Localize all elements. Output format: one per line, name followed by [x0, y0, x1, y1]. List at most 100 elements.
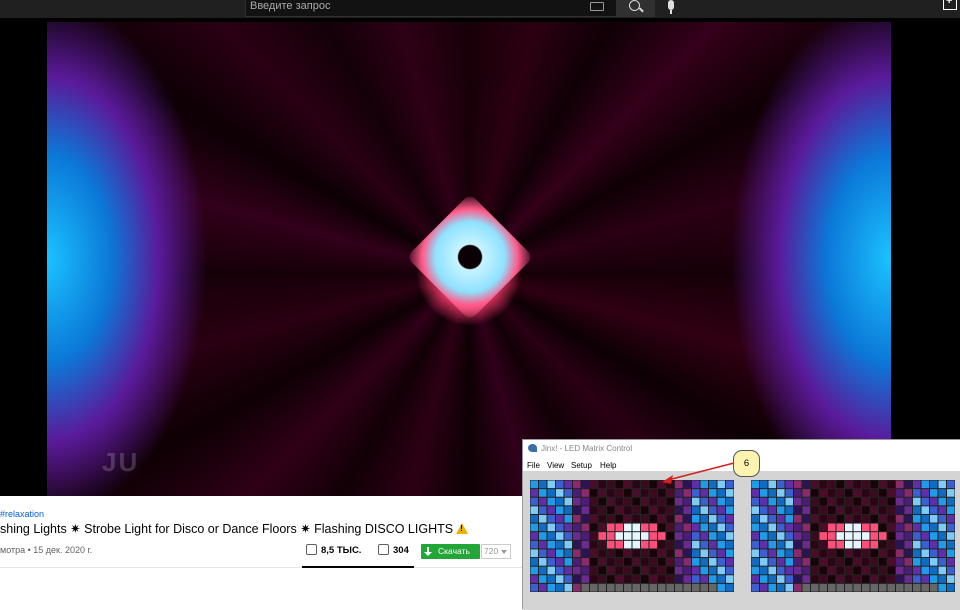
led-pixel: [751, 506, 759, 514]
led-pixel: [683, 489, 691, 497]
led-pixel: [802, 497, 810, 506]
voice-search-button[interactable]: [661, 0, 683, 17]
led-pixel: [760, 566, 768, 575]
led-pixel: [760, 523, 768, 532]
video-frame[interactable]: JU: [47, 22, 891, 496]
led-pixel: [879, 575, 887, 583]
led-pixel: [641, 549, 649, 558]
led-pixel: [539, 566, 547, 575]
menu-help[interactable]: Help: [600, 461, 616, 470]
led-pixel: [547, 514, 555, 523]
led-pixel: [709, 523, 717, 532]
led-pixel: [751, 480, 759, 489]
led-pixel: [590, 583, 598, 592]
led-pixel: [607, 480, 615, 489]
led-pixel: [879, 540, 887, 549]
download-button[interactable]: Скачать: [421, 544, 480, 559]
led-pixel: [887, 523, 895, 532]
led-pixel: [675, 489, 683, 497]
led-pixel: [683, 506, 691, 514]
search-input[interactable]: Введите запрос: [245, 0, 617, 17]
hashtag-link[interactable]: #relaxation: [0, 509, 44, 519]
led-pixel: [683, 566, 691, 575]
led-pixel: [760, 540, 768, 549]
led-pixel: [862, 523, 870, 532]
led-pixel: [556, 514, 564, 523]
led-pixel: [692, 566, 700, 575]
led-pixel: [692, 523, 700, 532]
led-pixel: [904, 514, 912, 523]
menu-setup[interactable]: Setup: [571, 461, 592, 470]
led-pixel: [717, 575, 725, 583]
led-pixel: [649, 489, 657, 497]
led-pixel: [641, 583, 649, 592]
like-button[interactable]: 8,5 ТЫС.: [306, 544, 361, 558]
led-pixel: [717, 549, 725, 558]
led-pixel: [709, 540, 717, 549]
led-pixel: [717, 532, 725, 540]
led-pixel: [836, 489, 844, 497]
led-pixel: [598, 480, 606, 489]
led-matrix-preview: [751, 480, 955, 592]
led-pixel: [947, 480, 955, 489]
led-pixel: [649, 480, 657, 489]
led-pixel: [700, 540, 708, 549]
led-pixel: [726, 583, 734, 592]
led-pixel: [853, 566, 861, 575]
search-button[interactable]: [617, 0, 655, 17]
led-pixel: [641, 497, 649, 506]
led-pixel: [564, 523, 572, 532]
led-pixel: [845, 558, 853, 566]
create-video-icon[interactable]: [943, 0, 957, 10]
led-pixel: [598, 489, 606, 497]
led-pixel: [896, 566, 904, 575]
led-pixel: [666, 583, 674, 592]
led-pixel: [615, 506, 623, 514]
led-pixel: [853, 583, 861, 592]
mic-stand: [670, 10, 672, 14]
led-pixel: [683, 523, 691, 532]
led-pixel: [717, 480, 725, 489]
led-pixel: [564, 489, 572, 497]
led-pixel: [717, 497, 725, 506]
led-pixel: [785, 532, 793, 540]
led-pixel: [785, 583, 793, 592]
menu-file[interactable]: File: [527, 461, 540, 470]
led-pixel: [658, 549, 666, 558]
led-pixel: [819, 549, 827, 558]
led-pixel: [717, 523, 725, 532]
led-pixel: [921, 558, 929, 566]
led-pixel: [598, 523, 606, 532]
led-pixel: [530, 497, 538, 506]
led-pixel: [819, 497, 827, 506]
led-pixel: [649, 523, 657, 532]
led-pixel: [607, 566, 615, 575]
led-pixel: [717, 566, 725, 575]
led-pixel: [768, 540, 776, 549]
led-pixel: [853, 575, 861, 583]
led-pixel: [777, 514, 785, 523]
dislike-button[interactable]: 304: [378, 544, 409, 558]
led-pixel: [904, 497, 912, 506]
led-pixel: [794, 566, 802, 575]
led-pixel: [666, 497, 674, 506]
led-pixel: [573, 489, 581, 497]
led-pixel: [921, 540, 929, 549]
view-date: мотра • 15 дек. 2020 г.: [0, 545, 93, 555]
led-pixel: [947, 489, 955, 497]
led-pixel: [700, 558, 708, 566]
led-pixel: [870, 532, 878, 540]
led-pixel: [811, 558, 819, 566]
active-tab-underline: [302, 566, 414, 568]
led-pixel: [581, 514, 589, 523]
menu-view[interactable]: View: [547, 461, 564, 470]
video-player[interactable]: JU: [0, 18, 960, 496]
quality-select[interactable]: 720: [481, 544, 511, 559]
led-pixel: [870, 549, 878, 558]
led-pixel: [658, 506, 666, 514]
led-pixel: [904, 489, 912, 497]
led-pixel: [692, 549, 700, 558]
keyboard-icon[interactable]: [590, 2, 604, 11]
led-pixel: [624, 523, 632, 532]
led-pixel: [658, 558, 666, 566]
